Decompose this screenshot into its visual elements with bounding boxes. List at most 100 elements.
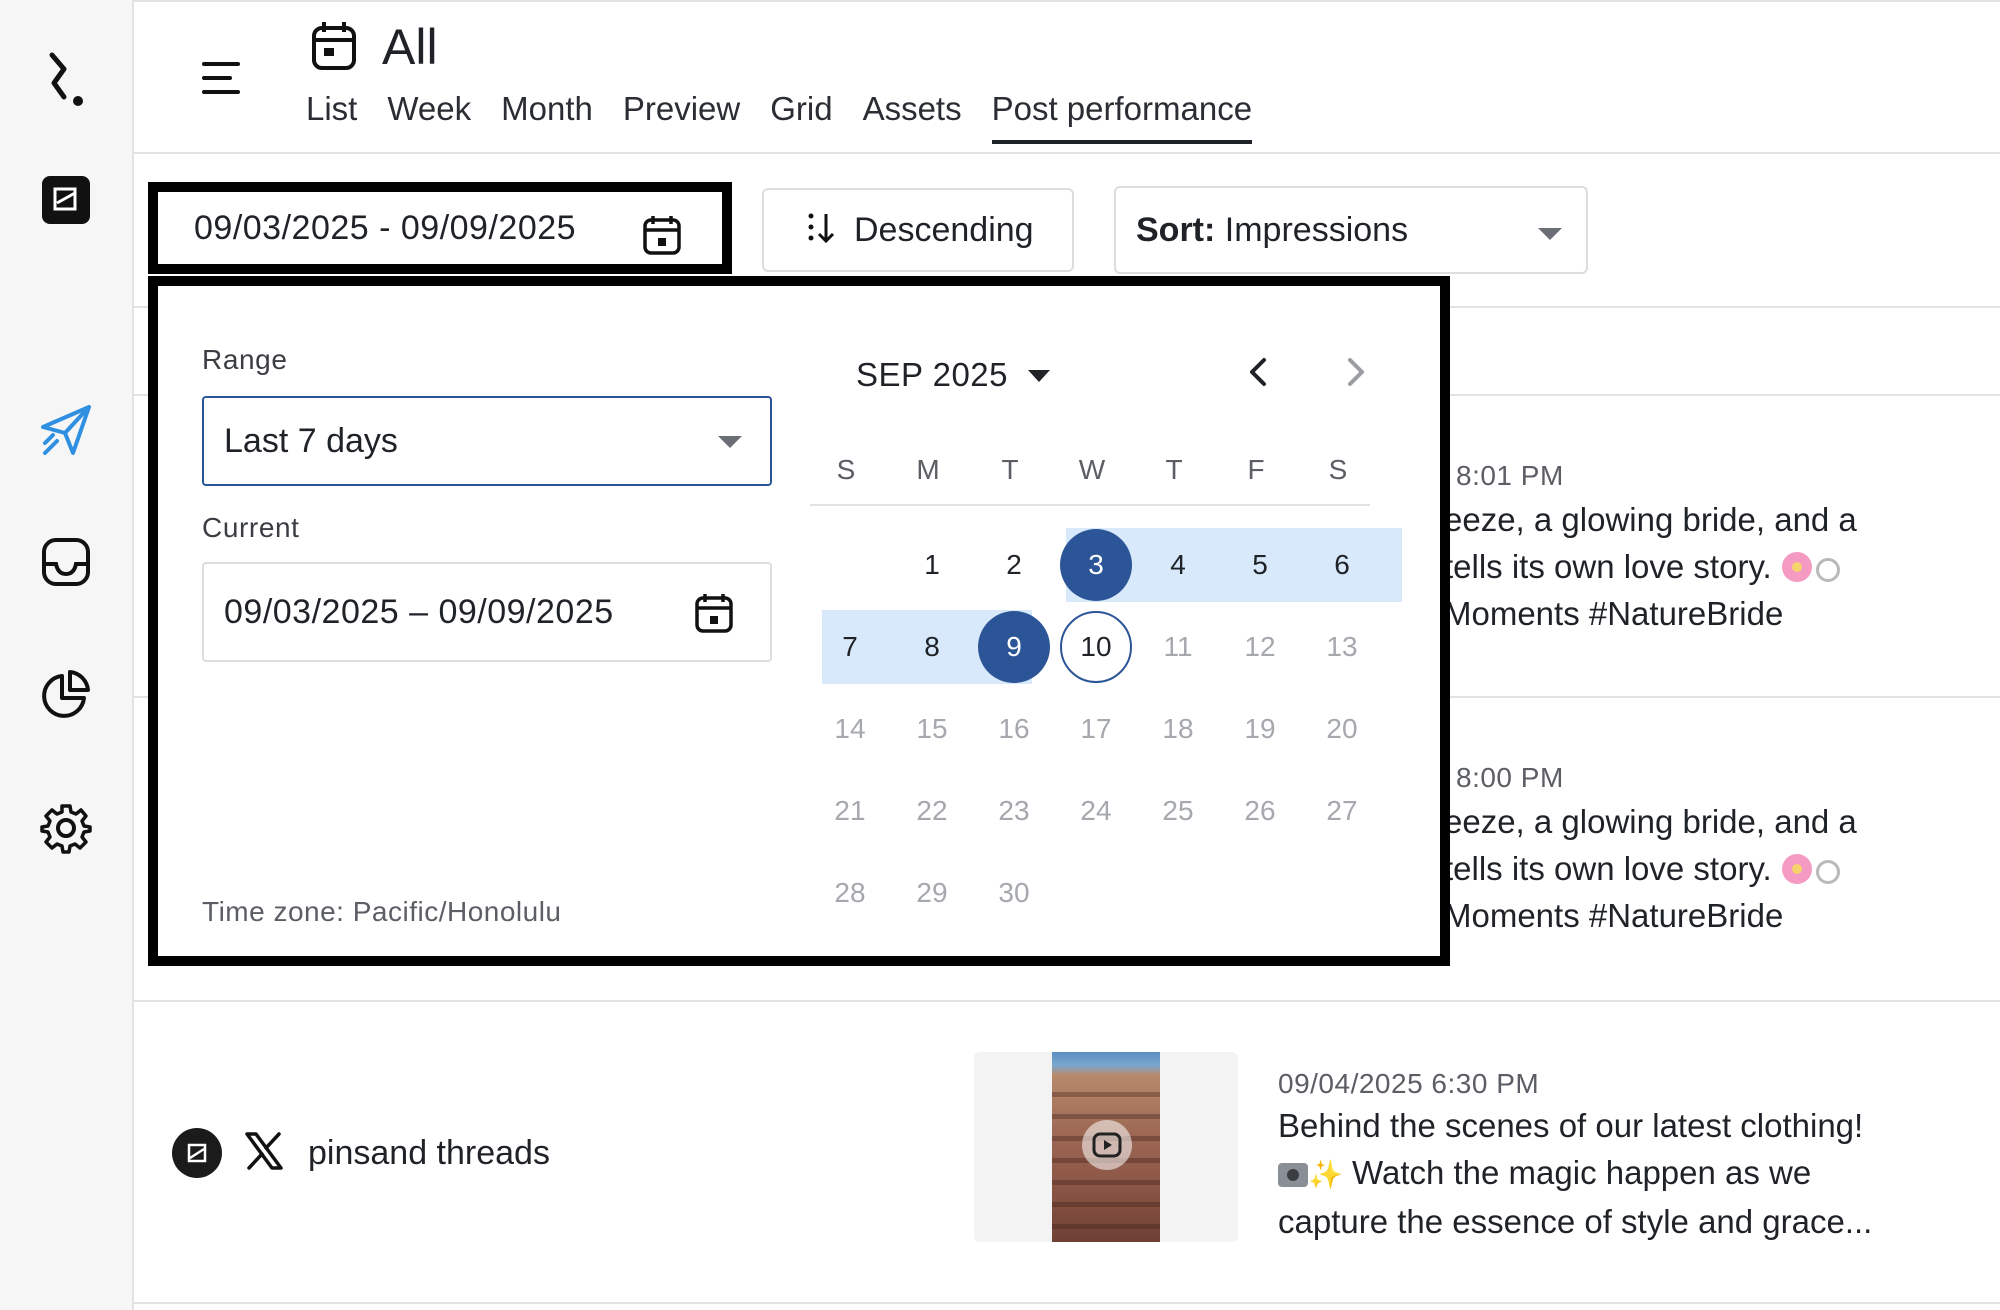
caption-line: eeze, a glowing bride, and a bbox=[1444, 803, 1857, 840]
range-select[interactable]: Last 7 days bbox=[202, 396, 772, 486]
post-caption[interactable]: eeze, a glowing bride, and a tells its o… bbox=[1444, 798, 1857, 939]
menu-hamburger-icon[interactable] bbox=[200, 58, 242, 98]
calendar-divider bbox=[810, 504, 1370, 506]
calendar-day[interactable]: 29 bbox=[896, 857, 968, 929]
calendar-day[interactable]: 25 bbox=[1142, 775, 1214, 847]
calendar-day[interactable]: 1 bbox=[896, 529, 968, 601]
current-date-value: 09/03/2025 – 09/09/2025 bbox=[224, 592, 614, 631]
calendar-day[interactable]: 6 bbox=[1306, 529, 1378, 601]
current-label: Current bbox=[202, 512, 300, 543]
stair-stripe bbox=[1052, 1092, 1160, 1097]
caption-line: eeze, a glowing bride, and a bbox=[1444, 501, 1857, 538]
ring-emoji-icon bbox=[1815, 860, 1840, 884]
flower-emoji-icon bbox=[1781, 854, 1812, 884]
weekday-label: F bbox=[1247, 454, 1265, 485]
calendar-day[interactable]: 10 bbox=[1060, 611, 1132, 683]
chevron-down-icon bbox=[718, 436, 742, 448]
camera-emoji-icon bbox=[1278, 1163, 1308, 1187]
calendar-day[interactable]: 11 bbox=[1142, 611, 1214, 683]
stair-stripe bbox=[1052, 1114, 1160, 1119]
send-icon[interactable] bbox=[36, 400, 96, 460]
weekday-label: S bbox=[1328, 454, 1348, 485]
previous-month-button[interactable] bbox=[1240, 352, 1280, 392]
post-caption[interactable]: Behind the scenes of our latest clothing… bbox=[1278, 1102, 1872, 1245]
post-account[interactable]: pinsand threads bbox=[172, 1128, 550, 1178]
next-month-button[interactable] bbox=[1334, 352, 1374, 392]
calendar-day[interactable]: 23 bbox=[978, 775, 1050, 847]
month-year-select[interactable]: SEP 2025 bbox=[856, 356, 1050, 394]
calendar-day[interactable]: 22 bbox=[896, 775, 968, 847]
calendar-day[interactable]: 20 bbox=[1306, 693, 1378, 765]
calendar-day[interactable]: 18 bbox=[1142, 693, 1214, 765]
caption-line: tells its own love story. bbox=[1444, 548, 1772, 585]
ring-emoji-icon bbox=[1815, 558, 1840, 582]
sort-order-label: Descending bbox=[854, 210, 1034, 249]
inbox-icon[interactable] bbox=[36, 532, 96, 592]
calendar-icon bbox=[642, 214, 682, 261]
calendar-day[interactable]: 9 bbox=[978, 611, 1050, 683]
calendar-day[interactable]: 3 bbox=[1060, 529, 1132, 601]
calendar-icon bbox=[310, 20, 358, 77]
calendar-day[interactable]: 4 bbox=[1142, 529, 1214, 601]
timezone-note: Time zone: Pacific/Honolulu bbox=[202, 896, 562, 927]
date-picker-popover: Range Last 7 days Current 09/03/2025 – 0… bbox=[148, 276, 1450, 966]
tab-list[interactable]: List bbox=[306, 90, 357, 144]
calendar-day[interactable]: 13 bbox=[1306, 611, 1378, 683]
stair-stripe bbox=[1052, 1202, 1160, 1207]
sparkles-emoji-icon: ✨ bbox=[1308, 1159, 1343, 1190]
tab-post-performance[interactable]: Post performance bbox=[991, 90, 1253, 144]
row-divider bbox=[134, 1302, 2000, 1304]
month-year-label: SEP 2025 bbox=[856, 356, 1009, 393]
date-range-text: 09/03/2025 - 09/09/2025 bbox=[194, 208, 577, 247]
calendar-day[interactable]: 27 bbox=[1306, 775, 1378, 847]
sort-by-select[interactable]: Sort: Impressions bbox=[1114, 186, 1588, 274]
post-time: 09/04/2025 6:30 PM bbox=[1278, 1068, 1540, 1099]
calendar-day[interactable]: 19 bbox=[1224, 693, 1296, 765]
sort-value: Impressions bbox=[1224, 210, 1409, 249]
caption-line: capture the essence of style and grace..… bbox=[1278, 1203, 1873, 1240]
analytics-icon[interactable] bbox=[36, 664, 96, 724]
weekday-label: T bbox=[1001, 454, 1019, 485]
calendar-day[interactable]: 12 bbox=[1224, 611, 1296, 683]
calendar-day[interactable]: 5 bbox=[1224, 529, 1296, 601]
tab-grid[interactable]: Grid bbox=[770, 90, 832, 144]
view-tabs: List Week Month Preview Grid Assets Post… bbox=[306, 90, 1282, 144]
calendar-day[interactable]: 15 bbox=[896, 693, 968, 765]
calendar-day[interactable]: 26 bbox=[1224, 775, 1296, 847]
app-root: All List Week Month Preview Grid Assets … bbox=[0, 0, 2000, 1310]
weekday-label: M bbox=[916, 454, 940, 485]
calendar-day[interactable]: 24 bbox=[1060, 775, 1132, 847]
post-caption[interactable]: eeze, a glowing bride, and a tells its o… bbox=[1444, 496, 1857, 637]
settings-gear-icon[interactable] bbox=[36, 798, 96, 858]
stair-stripe bbox=[1052, 1180, 1160, 1185]
calendar-icon[interactable] bbox=[694, 592, 734, 639]
caption-line: Behind the scenes of our latest clothing… bbox=[1278, 1107, 1864, 1144]
calendar-day[interactable]: 30 bbox=[978, 857, 1050, 929]
caption-line: tells its own love story. bbox=[1444, 850, 1772, 887]
calendar-day[interactable]: 21 bbox=[814, 775, 886, 847]
calendar-day[interactable]: 8 bbox=[896, 611, 968, 683]
page-title: All bbox=[382, 19, 438, 75]
calendar-day[interactable]: 14 bbox=[814, 693, 886, 765]
top-header: All List Week Month Preview Grid Assets … bbox=[134, 0, 2000, 154]
calendar-day[interactable]: 16 bbox=[978, 693, 1050, 765]
tab-preview[interactable]: Preview bbox=[623, 90, 740, 144]
current-date-field[interactable]: 09/03/2025 – 09/09/2025 bbox=[202, 562, 772, 662]
calendar-day[interactable]: 2 bbox=[978, 529, 1050, 601]
account-avatar bbox=[172, 1128, 222, 1178]
tab-assets[interactable]: Assets bbox=[863, 90, 962, 144]
post-time: 8:01 PM bbox=[1456, 460, 1564, 491]
calendar-day[interactable]: 17 bbox=[1060, 693, 1132, 765]
calendar-day[interactable]: 7 bbox=[814, 611, 886, 683]
workspace-avatar-icon[interactable] bbox=[36, 170, 96, 230]
brand-logo-icon[interactable] bbox=[36, 50, 96, 110]
tab-week[interactable]: Week bbox=[387, 90, 471, 144]
date-range-button[interactable]: 09/03/2025 - 09/09/2025 bbox=[148, 182, 732, 274]
sort-order-button[interactable]: Descending bbox=[762, 188, 1074, 272]
play-video-icon[interactable] bbox=[1082, 1120, 1132, 1170]
left-rail bbox=[0, 0, 134, 1310]
tab-month[interactable]: Month bbox=[501, 90, 593, 144]
caption-line: Moments #NatureBride bbox=[1444, 595, 1784, 632]
caption-line: Moments #NatureBride bbox=[1444, 897, 1784, 934]
calendar-day[interactable]: 28 bbox=[814, 857, 886, 929]
